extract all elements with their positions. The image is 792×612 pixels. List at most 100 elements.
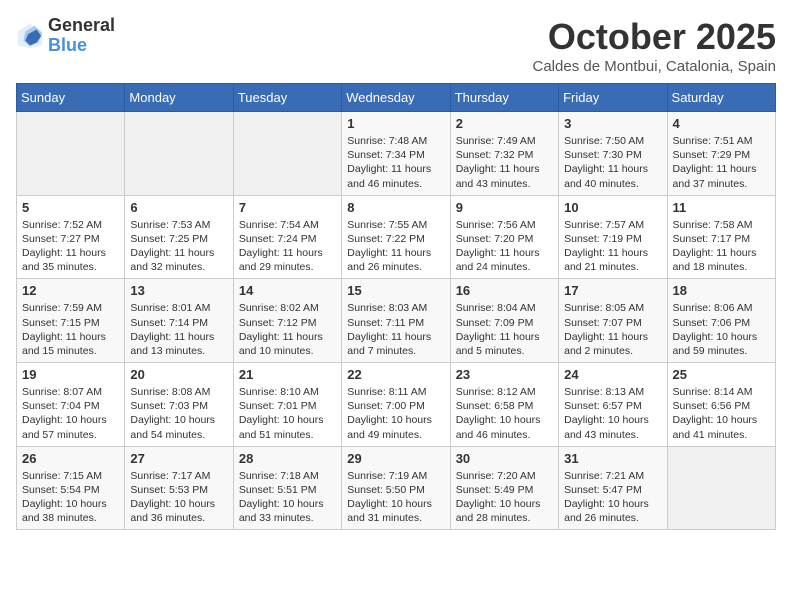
sunset-text: Sunset: 7:32 PM <box>456 148 553 162</box>
sunrise-text: Sunrise: 7:54 AM <box>239 218 336 232</box>
sunrise-text: Sunrise: 7:51 AM <box>673 134 770 148</box>
calendar-week-row: 12 Sunrise: 7:59 AMSunset: 7:15 PM Dayligh… <box>17 279 776 363</box>
daylight-text: Daylight: 10 hours and 41 minutes. <box>673 413 770 441</box>
calendar-cell: 6Sunrise: 7:53 AMSunset: 7:25 PMDaylight… <box>125 195 233 279</box>
sunrise-text: Sunrise: 7:53 AM <box>130 218 227 232</box>
daylight-text: Daylight: 11 hours and 7 minutes. <box>347 330 444 358</box>
day-number: 2 <box>456 116 553 131</box>
calendar-cell: 27Sunrise: 7:17 AMSunset: 5:53 PMDayligh… <box>125 446 233 530</box>
day-number: 16 <box>456 283 553 298</box>
calendar-table: SundayMondayTuesdayWednesdayThursdayFrid… <box>16 83 776 530</box>
sunrise-text: Sunrise: 7:50 AM <box>564 134 661 148</box>
day-number: 8 <box>347 200 444 215</box>
sunrise-text: Sunrise: 8:10 AM <box>239 385 336 399</box>
daylight-text: Daylight: 11 hours and 13 minutes. <box>130 330 227 358</box>
sunset-text: Sunset: 6:58 PM <box>456 399 553 413</box>
day-number: 26 <box>22 451 119 466</box>
calendar-cell: 22Sunrise: 8:11 AMSunset: 7:00 PMDayligh… <box>342 363 450 447</box>
calendar-week-row: 5Sunrise: 7:52 AMSunset: 7:27 PMDaylight… <box>17 195 776 279</box>
daylight-text: Daylight: 11 hours and 24 minutes. <box>456 246 553 274</box>
sunset-text: Sunset: 7:27 PM <box>22 232 119 246</box>
sunset-text: Sunset: 7:34 PM <box>347 148 444 162</box>
sunrise-text: Sunrise: 8:12 AM <box>456 385 553 399</box>
day-number: 25 <box>673 367 770 382</box>
daylight-text: Daylight: 11 hours and 37 minutes. <box>673 162 770 190</box>
sunset-text: Sunset: 7:29 PM <box>673 148 770 162</box>
daylight-text: Daylight: 10 hours and 26 minutes. <box>564 497 661 525</box>
day-number: 13 <box>130 283 227 298</box>
calendar-cell: 14Sunrise: 8:02 AMSunset: 7:12 PMDayligh… <box>233 279 341 363</box>
sunset-text: Sunset: 6:57 PM <box>564 399 661 413</box>
day-number: 12 <box>22 283 119 298</box>
day-number: 9 <box>456 200 553 215</box>
logo-blue-text: Blue <box>48 36 115 56</box>
calendar-cell: 2Sunrise: 7:49 AMSunset: 7:32 PMDaylight… <box>450 112 558 196</box>
weekday-header-friday: Friday <box>559 84 667 112</box>
calendar-cell: 16Sunrise: 8:04 AMSunset: 7:09 PMDayligh… <box>450 279 558 363</box>
calendar-cell: 10Sunrise: 7:57 AMSunset: 7:19 PMDayligh… <box>559 195 667 279</box>
daylight-text: Daylight: 10 hours and 54 minutes. <box>130 413 227 441</box>
day-number: 3 <box>564 116 661 131</box>
calendar-cell: 25Sunrise: 8:14 AMSunset: 6:56 PMDayligh… <box>667 363 775 447</box>
daylight-text: Daylight: 11 hours and 29 minutes. <box>239 246 336 274</box>
calendar-cell: 21 Sunrise: 8:10 AMSunset: 7:01 PMDayligh… <box>233 363 341 447</box>
calendar-week-row: 1 Sunrise: 7:48 AMSunset: 7:34 PM Daylight… <box>17 112 776 196</box>
calendar-cell: 7Sunrise: 7:54 AMSunset: 7:24 PMDaylight… <box>233 195 341 279</box>
sunrise-text: Sunrise: 8:06 AM <box>673 301 770 315</box>
sunset-text: Sunset: 7:14 PM <box>130 316 227 330</box>
day-number: 27 <box>130 451 227 466</box>
daylight-text: Daylight: 10 hours and 51 minutes. <box>239 413 336 441</box>
calendar-cell: 24Sunrise: 8:13 AMSunset: 6:57 PMDayligh… <box>559 363 667 447</box>
calendar-cell: 20Sunrise: 8:08 AMSunset: 7:03 PMDayligh… <box>125 363 233 447</box>
daylight-text: Daylight: 10 hours and 31 minutes. <box>347 497 444 525</box>
sunset-text: Sunset: 7:06 PM <box>673 316 770 330</box>
sunrise-text: Sunrise: 7:59 AM <box>22 301 119 315</box>
day-number: 31 <box>564 451 661 466</box>
daylight-text: Daylight: 11 hours and 2 minutes. <box>564 330 661 358</box>
calendar-cell <box>125 112 233 196</box>
weekday-header-sunday: Sunday <box>17 84 125 112</box>
daylight-text: Daylight: 11 hours and 43 minutes. <box>456 162 553 190</box>
sunrise-text: Sunrise: 7:52 AM <box>22 218 119 232</box>
sunrise-text: Sunrise: 7:17 AM <box>130 469 227 483</box>
day-number: 28 <box>239 451 336 466</box>
sunset-text: Sunset: 7:20 PM <box>456 232 553 246</box>
sunrise-text: Sunrise: 7:19 AM <box>347 469 444 483</box>
calendar-cell: 28Sunrise: 7:18 AMSunset: 5:51 PMDayligh… <box>233 446 341 530</box>
sunrise-text: Sunrise: 8:02 AM <box>239 301 336 315</box>
daylight-text: Daylight: 11 hours and 35 minutes. <box>22 246 119 274</box>
sunrise-text: Sunrise: 8:11 AM <box>347 385 444 399</box>
sunset-text: Sunset: 5:51 PM <box>239 483 336 497</box>
daylight-text: Daylight: 10 hours and 57 minutes. <box>22 413 119 441</box>
calendar-cell: 4Sunrise: 7:51 AMSunset: 7:29 PMDaylight… <box>667 112 775 196</box>
sunrise-text: Sunrise: 7:18 AM <box>239 469 336 483</box>
sunset-text: Sunset: 5:47 PM <box>564 483 661 497</box>
sunrise-text: Sunrise: 8:07 AM <box>22 385 119 399</box>
sunrise-text: Sunrise: 8:04 AM <box>456 301 553 315</box>
logo-icon <box>16 22 44 50</box>
sunset-text: Sunset: 7:25 PM <box>130 232 227 246</box>
sunrise-text: Sunrise: 7:48 AM <box>347 134 444 148</box>
day-number: 15 <box>347 283 444 298</box>
weekday-header-thursday: Thursday <box>450 84 558 112</box>
calendar-cell: 5Sunrise: 7:52 AMSunset: 7:27 PMDaylight… <box>17 195 125 279</box>
weekday-header-wednesday: Wednesday <box>342 84 450 112</box>
day-number: 19 <box>22 367 119 382</box>
sunrise-text: Sunrise: 7:57 AM <box>564 218 661 232</box>
daylight-text: Daylight: 11 hours and 40 minutes. <box>564 162 661 190</box>
day-number: 21 <box>239 367 336 382</box>
sunset-text: Sunset: 7:22 PM <box>347 232 444 246</box>
day-number: 23 <box>456 367 553 382</box>
logo: General Blue <box>16 16 115 56</box>
sunset-text: Sunset: 7:01 PM <box>239 399 336 413</box>
weekday-header-monday: Monday <box>125 84 233 112</box>
day-number: 14 <box>239 283 336 298</box>
daylight-text: Daylight: 11 hours and 10 minutes. <box>239 330 336 358</box>
day-number: 18 <box>673 283 770 298</box>
day-number: 24 <box>564 367 661 382</box>
sunset-text: Sunset: 7:09 PM <box>456 316 553 330</box>
day-number: 1 <box>347 116 444 131</box>
calendar-cell <box>667 446 775 530</box>
sunset-text: Sunset: 7:15 PM <box>22 316 119 330</box>
sunrise-text: Sunrise: 8:01 AM <box>130 301 227 315</box>
